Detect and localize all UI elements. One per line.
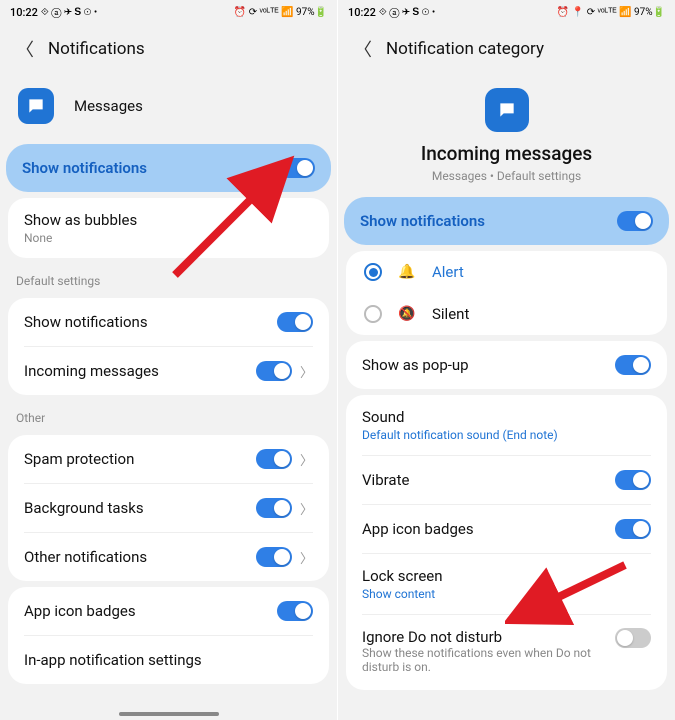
radio-silent[interactable] — [364, 305, 382, 323]
default-incoming[interactable]: Incoming messages 〉 — [8, 347, 329, 395]
category-title: Incoming messages — [421, 142, 592, 165]
other-bg[interactable]: Background tasks 〉 — [8, 484, 329, 532]
dnd-row[interactable]: Ignore Do not disturb Show these notific… — [346, 615, 667, 690]
radio-alert[interactable] — [364, 263, 382, 281]
show-notifications-main[interactable]: Show notifications — [6, 144, 331, 192]
settings-card: Sound Default notification sound (End no… — [346, 395, 667, 690]
status-icons-right: ⏰ ⟳ ᵛᵒᴸᵀᴱ 📶 97%🔋 — [234, 7, 327, 18]
status-bar: 10:22 ⟐ ⓐ ✈ 𝐒 ⊙ • ⏰ ⟳ ᵛᵒᴸᵀᴱ 📶 97%🔋 — [0, 0, 337, 24]
phone-left: 10:22 ⟐ ⓐ ✈ 𝐒 ⊙ • ⏰ ⟳ ᵛᵒᴸᵀᴱ 📶 97%🔋 〈 Not… — [0, 0, 337, 720]
show-notifications-toggle[interactable] — [617, 211, 653, 231]
vibrate-toggle[interactable] — [615, 470, 651, 490]
popup-toggle[interactable] — [615, 355, 651, 375]
status-time: 10:22 — [10, 6, 38, 19]
mode-alert[interactable]: 🔔 Alert — [346, 251, 667, 293]
section-other: Other — [0, 401, 337, 429]
show-notifications-label: Show notifications — [22, 159, 279, 177]
category-hero: Incoming messages Messages • Default set… — [338, 74, 675, 191]
other-spam[interactable]: Spam protection 〉 — [8, 435, 329, 483]
other-card: Spam protection 〉 Background tasks 〉 Oth… — [8, 435, 329, 581]
back-icon[interactable]: 〈 — [354, 36, 372, 62]
defaults-card: Show notifications Incoming messages 〉 — [8, 298, 329, 395]
header: 〈 Notification category — [338, 24, 675, 74]
page-title: Notification category — [386, 39, 544, 59]
mode-silent[interactable]: 🔕 Silent — [346, 293, 667, 335]
bubbles-value: None — [24, 231, 52, 245]
status-bar: 10:22 ⟐ ⓐ ✈ 𝐒 ⊙ • ⏰ 📍 ⟳ ᵛᵒᴸᵀᴱ 📶 97%🔋 — [338, 0, 675, 24]
chevron-icon: 〉 — [300, 499, 313, 518]
messages-icon — [485, 88, 529, 132]
sound-row[interactable]: Sound Default notification sound (End no… — [346, 395, 667, 455]
chevron-icon: 〉 — [300, 450, 313, 469]
bubbles-card[interactable]: Show as bubbles None — [8, 198, 329, 258]
status-time: 10:22 — [348, 6, 376, 19]
popup-card: Show as pop-up — [346, 341, 667, 389]
header: 〈 Notifications — [0, 24, 337, 74]
mode-card: 🔔 Alert 🔕 Silent — [346, 251, 667, 335]
app-name: Messages — [74, 97, 143, 115]
other-other-toggle[interactable] — [256, 547, 292, 567]
other-other[interactable]: Other notifications 〉 — [8, 533, 329, 581]
default-incoming-toggle[interactable] — [256, 361, 292, 381]
messages-icon — [18, 88, 54, 124]
status-icons-left: ⟐ ⓐ ✈ 𝐒 ⊙ • — [41, 7, 97, 18]
chevron-icon: 〉 — [300, 548, 313, 567]
show-notifications-label: Show notifications — [360, 212, 617, 230]
other-bg-toggle[interactable] — [256, 498, 292, 518]
bubbles-label: Show as bubbles — [24, 211, 137, 229]
category-sub: Messages • Default settings — [432, 169, 581, 183]
dnd-toggle[interactable] — [615, 628, 651, 648]
section-default: Default settings — [0, 264, 337, 292]
default-show-notif[interactable]: Show notifications — [8, 298, 329, 346]
inapp-row[interactable]: In-app notification settings — [8, 636, 329, 684]
chevron-icon: 〉 — [300, 362, 313, 381]
other-spam-toggle[interactable] — [256, 449, 292, 469]
nav-handle[interactable] — [119, 712, 219, 716]
badges-toggle[interactable] — [277, 601, 313, 621]
badges-toggle[interactable] — [615, 519, 651, 539]
page-title: Notifications — [48, 39, 145, 59]
badges-card: App icon badges In-app notification sett… — [8, 587, 329, 684]
default-show-notif-toggle[interactable] — [277, 312, 313, 332]
badges-row[interactable]: App icon badges — [8, 587, 329, 635]
lock-row[interactable]: Lock screen Show content — [346, 554, 667, 614]
bell-off-icon: 🔕 — [398, 306, 416, 322]
phone-right: 10:22 ⟐ ⓐ ✈ 𝐒 ⊙ • ⏰ 📍 ⟳ ᵛᵒᴸᵀᴱ 📶 97%🔋 〈 N… — [338, 0, 675, 720]
back-icon[interactable]: 〈 — [16, 36, 34, 62]
show-notifications-toggle[interactable] — [279, 158, 315, 178]
bell-icon: 🔔 — [398, 264, 416, 280]
badges-row[interactable]: App icon badges — [346, 505, 667, 553]
app-header: Messages — [0, 74, 337, 138]
popup-row[interactable]: Show as pop-up — [346, 341, 667, 389]
status-icons-left: ⟐ ⓐ ✈ 𝐒 ⊙ • — [379, 7, 435, 18]
show-notifications-main[interactable]: Show notifications — [344, 197, 669, 245]
vibrate-row[interactable]: Vibrate — [346, 456, 667, 504]
status-icons-right: ⏰ 📍 ⟳ ᵛᵒᴸᵀᴱ 📶 97%🔋 — [557, 7, 665, 18]
